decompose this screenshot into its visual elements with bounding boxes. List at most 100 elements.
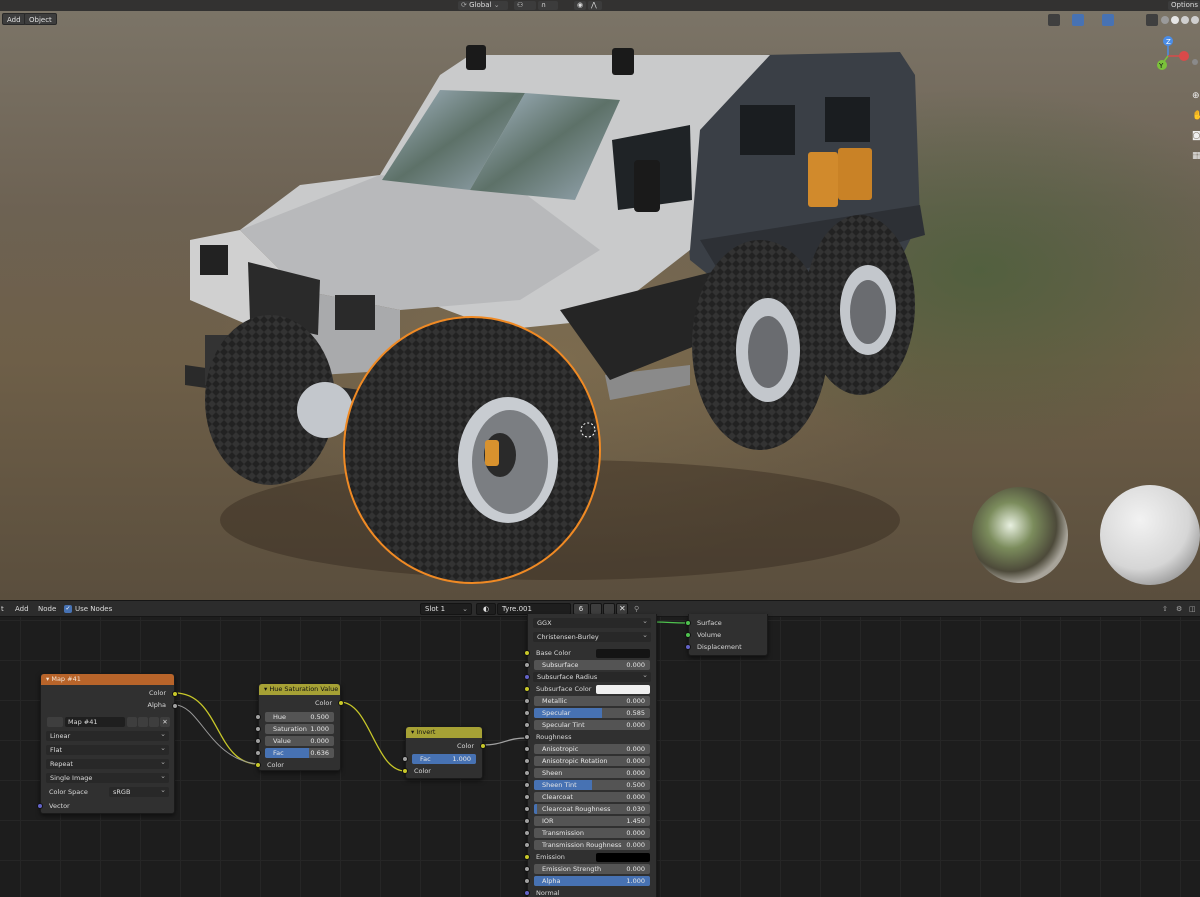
distribution-dropdown[interactable]: GGX	[533, 616, 651, 628]
fac-input-socket[interactable]	[255, 750, 261, 756]
color-space-dropdown[interactable]: sRGB	[109, 785, 169, 797]
alpha-output-socket[interactable]	[172, 703, 178, 709]
collapse-arrow-icon[interactable]: ▾	[264, 685, 267, 693]
alpha-input-socket[interactable]	[524, 878, 530, 884]
options-button[interactable]: Options	[1168, 1, 1200, 10]
extension-dropdown[interactable]: Repeat	[46, 757, 169, 769]
node-title[interactable]: ▾ Hue Saturation Value	[259, 684, 340, 695]
object-menu-button[interactable]: Object	[24, 13, 57, 25]
image-name-field[interactable]: Map #41	[65, 717, 125, 727]
interpolation-dropdown[interactable]: Linear	[46, 729, 169, 741]
proportional-edit-toggle[interactable]: ◉	[574, 1, 586, 10]
image-texture-node[interactable]: ▾ Map #41 Color Alpha Map #41 ✕ Linear F…	[37, 673, 178, 814]
open-folder-icon[interactable]	[149, 717, 159, 727]
color-input-socket[interactable]	[255, 762, 261, 768]
node-title[interactable]: ▾ Invert	[406, 727, 482, 738]
zoom-icon[interactable]: ⊕	[1192, 91, 1200, 101]
add-menu[interactable]: Add	[15, 604, 29, 614]
rendered-shading-icon[interactable]	[1191, 16, 1199, 24]
metallic-slider[interactable]: Metallic 0.000	[534, 696, 650, 706]
principled-bsdf-node[interactable]: GGX Christensen-Burley Base ColorSubsurf…	[524, 614, 657, 897]
ior-input-socket[interactable]	[524, 818, 530, 824]
parent-node-arrow-icon[interactable]: ⇧	[1162, 604, 1168, 614]
node-menu[interactable]: Node	[38, 604, 56, 614]
emission-color-swatch[interactable]	[596, 853, 650, 862]
color-output-socket[interactable]	[480, 743, 486, 749]
projection-dropdown[interactable]: Flat	[46, 743, 169, 755]
color-input-socket[interactable]	[402, 768, 408, 774]
material-shading-icon[interactable]	[1181, 16, 1189, 24]
invert-node[interactable]: ▾ Invert Color Fac 1.000 Color	[402, 726, 486, 779]
subsurface-input-socket[interactable]	[524, 662, 530, 668]
clearcoat-input-socket[interactable]	[524, 794, 530, 800]
saturation-slider[interactable]: Saturation 1.000	[265, 724, 334, 734]
vector-input-socket[interactable]	[37, 803, 43, 809]
node-title[interactable]: ▾ Map #41	[41, 674, 174, 685]
specular-tint-input-socket[interactable]	[524, 722, 530, 728]
anisotropic-input-socket[interactable]	[524, 746, 530, 752]
material-output-node[interactable]: Surface Volume Displacement	[685, 614, 768, 656]
fac-slider[interactable]: Fac 0.636	[265, 748, 334, 758]
sheen-input-socket[interactable]	[524, 770, 530, 776]
value-slider[interactable]: Value 0.000	[265, 736, 334, 746]
subsurface-radius-dropdown[interactable]: Subsurface Radius	[533, 670, 651, 682]
specular-tint-slider[interactable]: Specular Tint 0.000	[534, 720, 650, 730]
collapse-arrow-icon[interactable]: ▾	[411, 728, 414, 736]
saturation-input-socket[interactable]	[255, 726, 261, 732]
alpha-slider[interactable]: Alpha 1.000	[534, 876, 650, 886]
3d-viewport[interactable]: ⟳ Global ⌄ ⚇ ∩ ◉ ⋀ Options Add Object Z …	[0, 0, 1200, 600]
add-menu-button[interactable]: Add	[2, 13, 26, 25]
emission-strength-input-socket[interactable]	[524, 866, 530, 872]
sheen-slider[interactable]: Sheen 0.000	[534, 768, 650, 778]
sheen-tint-input-socket[interactable]	[524, 782, 530, 788]
sheen-tint-slider[interactable]: Sheen Tint 0.500	[534, 780, 650, 790]
color-output-socket[interactable]	[338, 700, 344, 706]
xray-toggle-icon[interactable]	[1146, 14, 1158, 26]
transmission-roughness-input-socket[interactable]	[524, 842, 530, 848]
navigation-gizmo[interactable]: Z Y	[1150, 34, 1200, 74]
visibility-eye-icon[interactable]	[1048, 14, 1060, 26]
hue-input-socket[interactable]	[255, 714, 261, 720]
shader-node-editor[interactable]: t Add Node ✓ Use Nodes Slot 1 ⌄ ◐ Tyre.0…	[0, 600, 1200, 897]
anisotropic-slider[interactable]: Anisotropic 0.000	[534, 744, 650, 754]
shading-mode-buttons[interactable]	[1160, 14, 1200, 26]
scene-render[interactable]	[0, 0, 1200, 600]
gizmo-toggle-icon[interactable]	[1072, 14, 1084, 26]
unlink-x-icon[interactable]: ✕	[160, 717, 170, 727]
subsurface-radius-input-socket[interactable]	[524, 674, 530, 680]
collapse-arrow-icon[interactable]: ▾	[46, 675, 49, 683]
color-output-socket[interactable]	[172, 691, 178, 697]
slot-dropdown[interactable]: Slot 1 ⌄	[420, 603, 472, 615]
wireframe-shading-icon[interactable]	[1161, 16, 1169, 24]
overlay-icon[interactable]: ◫	[1189, 604, 1196, 614]
transmission-input-socket[interactable]	[524, 830, 530, 836]
new-image-icon[interactable]	[138, 717, 148, 727]
source-dropdown[interactable]: Single Image	[46, 771, 169, 783]
hand-pan-icon[interactable]: ✋	[1192, 111, 1200, 121]
ior-slider[interactable]: IOR 1.450	[534, 816, 650, 826]
clearcoat-roughness-input-socket[interactable]	[524, 806, 530, 812]
specular-slider[interactable]: Specular 0.585	[534, 708, 650, 718]
view-menu[interactable]: t	[1, 604, 4, 614]
fac-slider[interactable]: Fac 1.000	[412, 754, 476, 764]
material-browse-button[interactable]: ◐	[476, 603, 496, 615]
base-color-color-swatch[interactable]	[596, 649, 650, 658]
subsurface-slider[interactable]: Subsurface 0.000	[534, 660, 650, 670]
hue-saturation-value-node[interactable]: ▾ Hue Saturation Value Color Hue 0.500 Sa…	[255, 683, 344, 771]
solid-shading-icon[interactable]	[1171, 16, 1179, 24]
transmission-slider[interactable]: Transmission 0.000	[534, 828, 650, 838]
displacement-input-socket[interactable]	[685, 644, 691, 650]
specular-input-socket[interactable]	[524, 710, 530, 716]
snap-toggle[interactable]: ∩	[538, 1, 558, 10]
transform-orientation-dropdown[interactable]: ⟳ Global ⌄	[458, 1, 508, 10]
overlay-toggle-icon[interactable]	[1102, 14, 1114, 26]
surface-input-socket[interactable]	[685, 620, 691, 626]
use-nodes-checkbox[interactable]: ✓	[64, 605, 72, 613]
transmission-roughness-slider[interactable]: Transmission Roughness 0.000	[534, 840, 650, 850]
image-browse-icon[interactable]	[47, 717, 63, 727]
falloff-dropdown[interactable]: ⋀	[588, 1, 602, 10]
value-input-socket[interactable]	[255, 738, 261, 744]
camera-icon[interactable]: ◙	[1192, 131, 1200, 141]
fake-user-icon[interactable]	[127, 717, 137, 727]
pivot-point-dropdown[interactable]: ⚇	[514, 1, 536, 10]
